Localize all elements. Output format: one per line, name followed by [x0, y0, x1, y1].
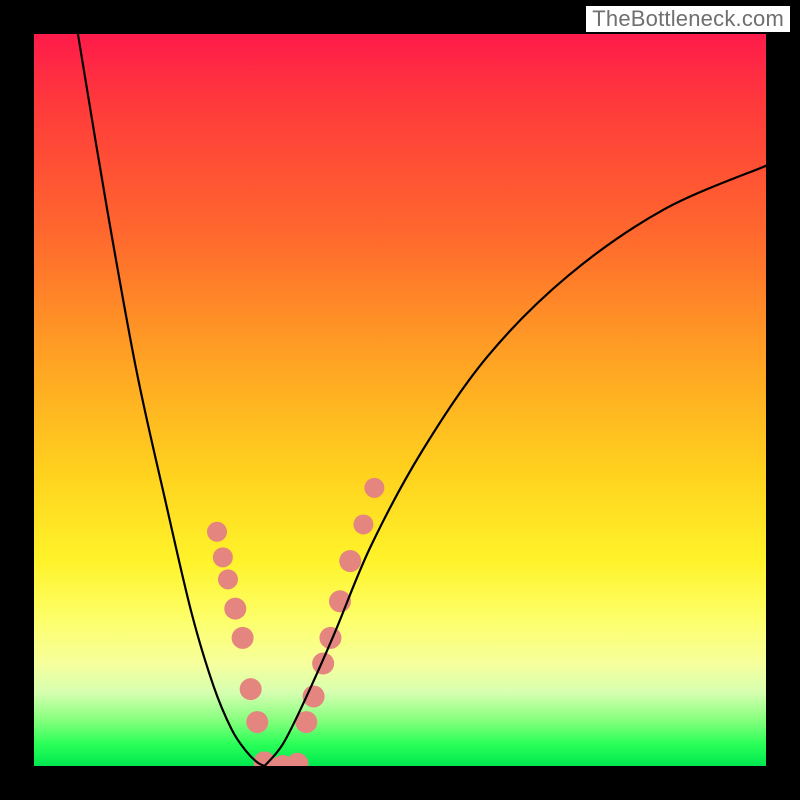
data-marker: [232, 627, 254, 649]
series-left-curve: [78, 34, 265, 766]
curve-layer: [78, 34, 766, 766]
plot-area: [34, 34, 766, 766]
data-marker: [319, 627, 341, 649]
data-marker: [213, 547, 233, 567]
marker-layer: [207, 478, 384, 766]
data-marker: [312, 653, 334, 675]
chart-frame: TheBottleneck.com: [0, 0, 800, 800]
data-marker: [364, 478, 384, 498]
data-marker: [246, 711, 268, 733]
watermark: TheBottleneck.com: [586, 6, 790, 32]
data-marker: [339, 550, 361, 572]
data-marker: [207, 522, 227, 542]
data-marker: [353, 514, 373, 534]
data-marker: [224, 598, 246, 620]
data-marker: [287, 753, 309, 766]
chart-svg: [34, 34, 766, 766]
series-right-curve: [265, 166, 766, 766]
data-marker: [240, 678, 262, 700]
data-marker: [218, 569, 238, 589]
